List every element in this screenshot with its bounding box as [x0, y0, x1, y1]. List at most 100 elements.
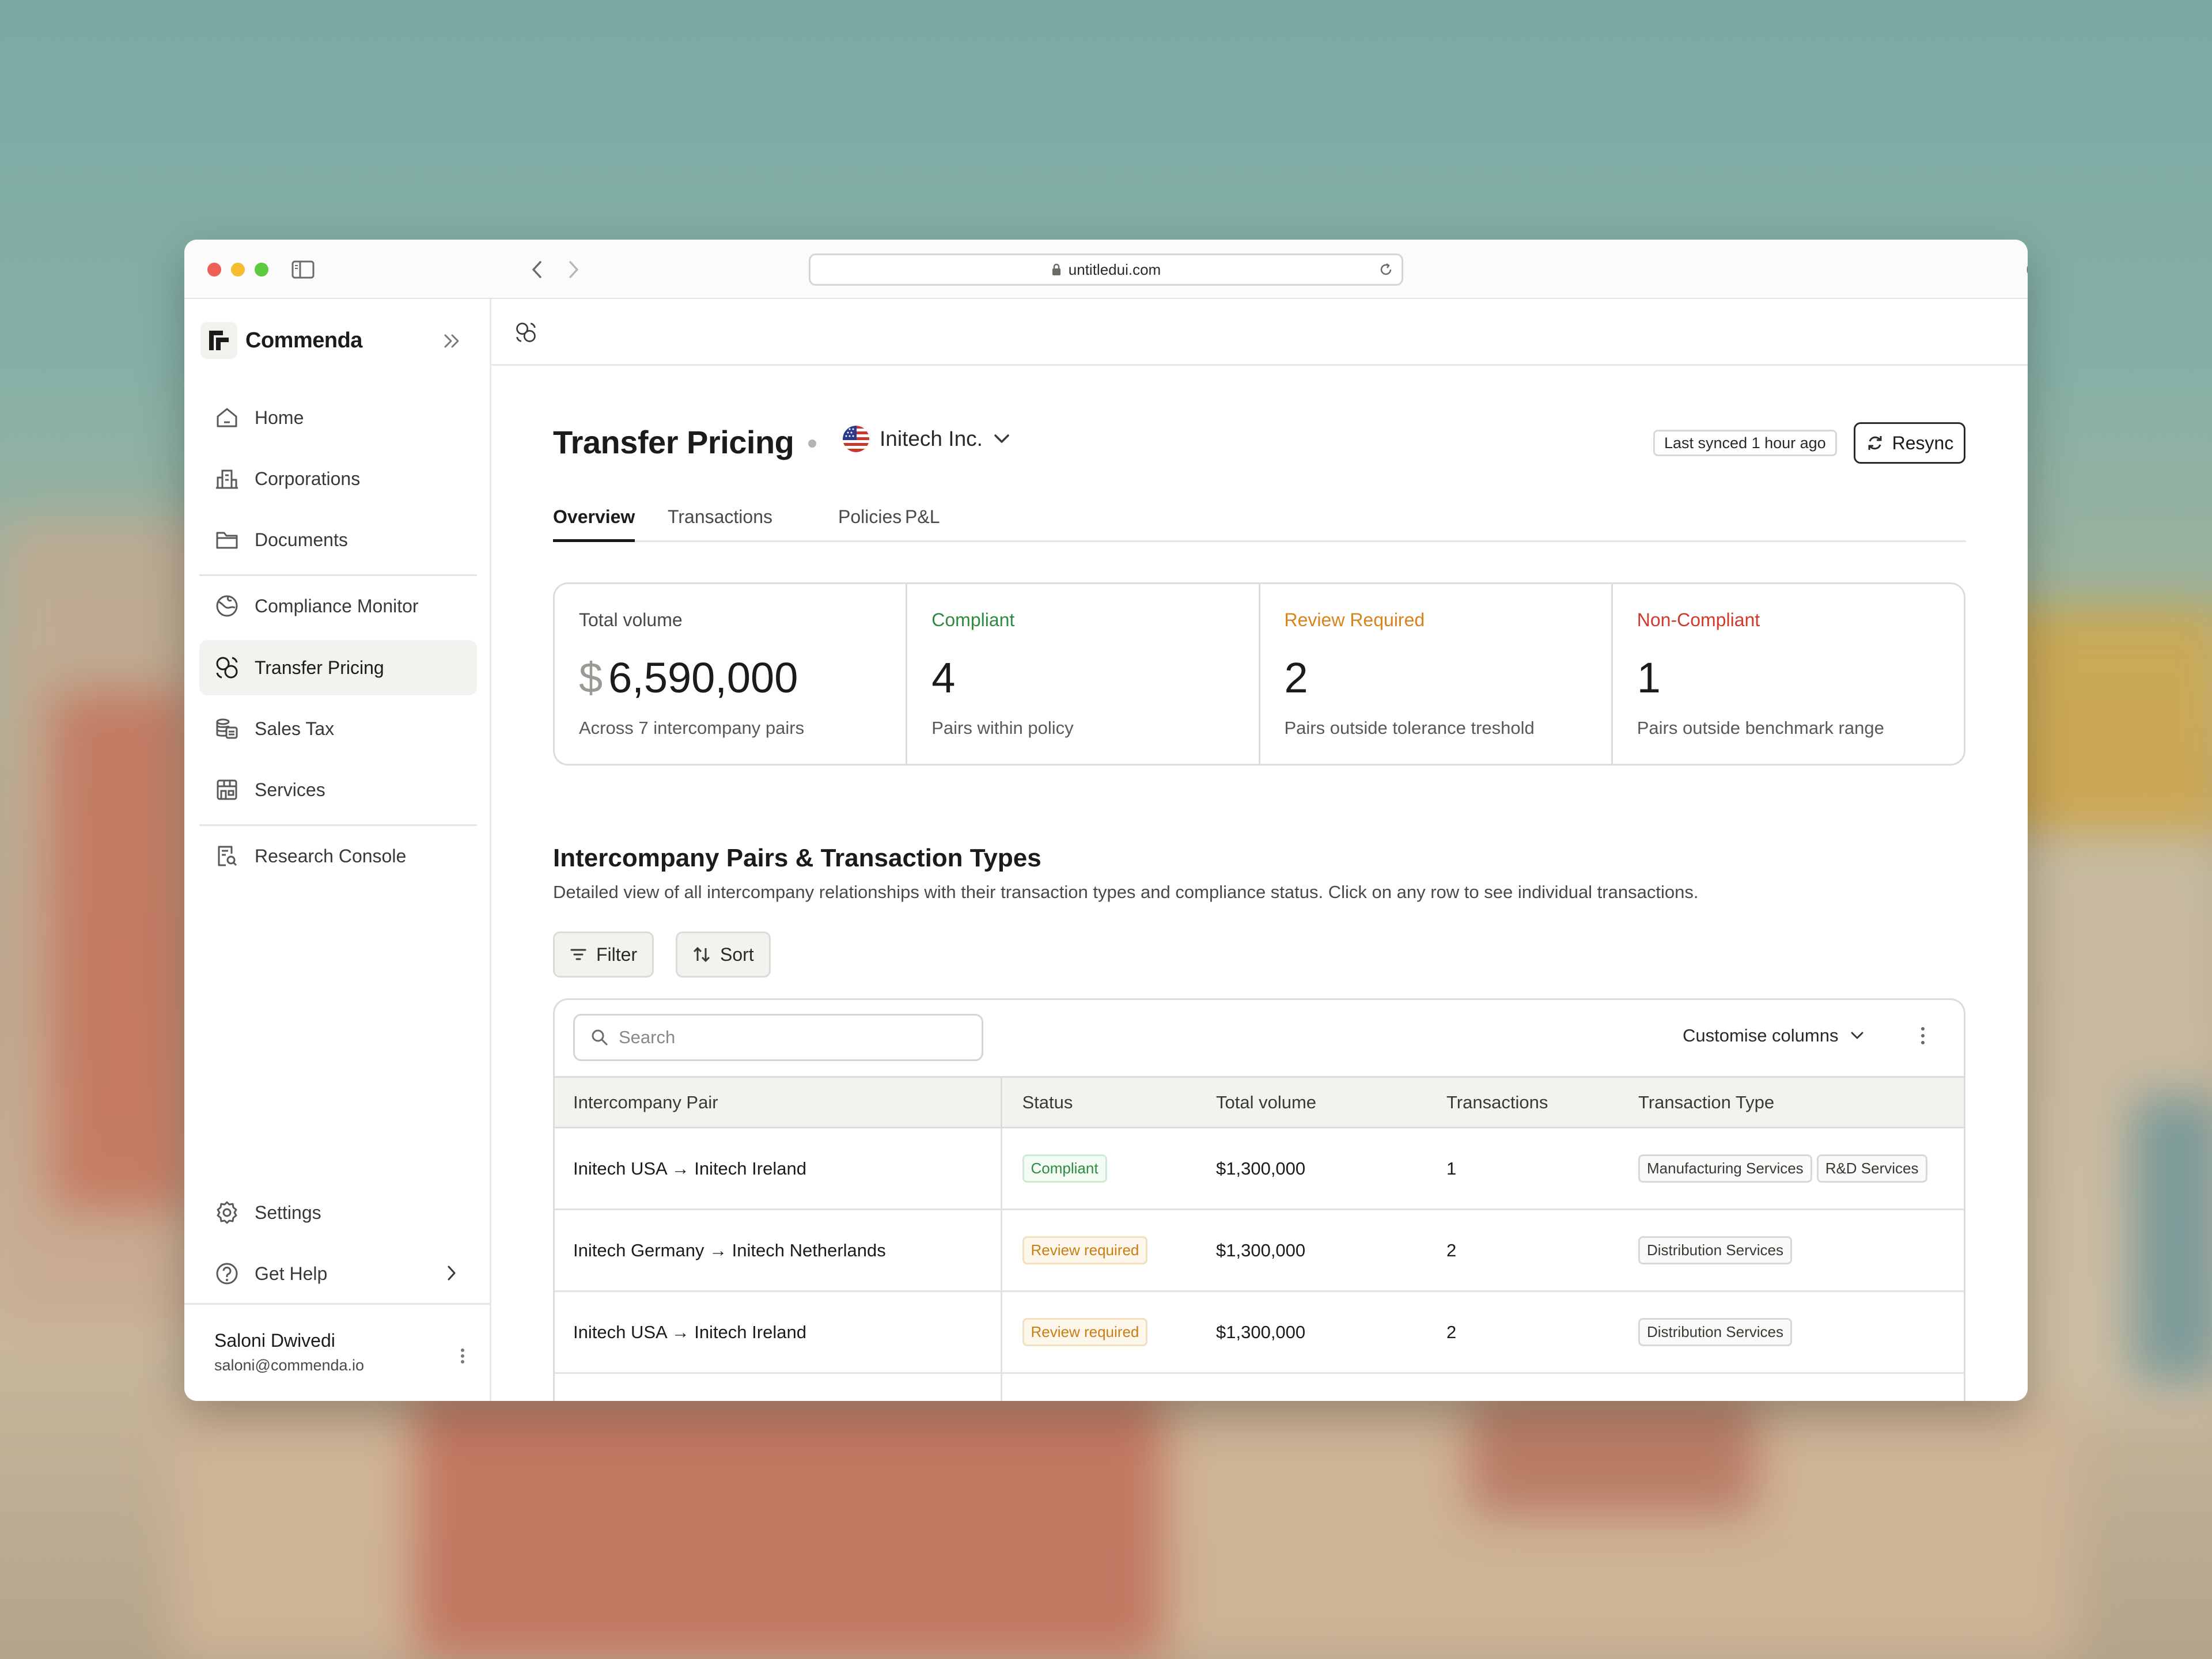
top-bar	[491, 299, 2028, 366]
sidebar-item-home[interactable]: Home	[199, 390, 477, 445]
customise-columns-dropdown[interactable]: Customise columns	[1683, 1025, 1865, 1046]
search-field[interactable]	[573, 1014, 983, 1061]
address-bar[interactable]: untitledui.com	[809, 253, 1403, 286]
stat-value: $ 6,590,000	[579, 653, 798, 702]
sidebar-item-settings[interactable]: Settings	[199, 1185, 477, 1240]
table-row[interactable]: Initech USA → Initech Ireland Compliant …	[555, 1127, 1964, 1210]
user-email: saloni@commenda.io	[214, 1357, 365, 1374]
volume-cell: $1,300,000	[1216, 1209, 1446, 1292]
sidebar-item-documents[interactable]: Documents	[199, 512, 477, 567]
maximize-window-button[interactable]	[255, 263, 268, 276]
status-cell	[1001, 1373, 1216, 1401]
transfer-pricing-icon	[216, 657, 238, 679]
section-description: Detailed view of all intercompany relati…	[553, 882, 1699, 902]
column-header-volume[interactable]: Total volume	[1216, 1076, 1446, 1128]
transaction-type-cell: Manufacturing Services R&D Services	[1638, 1127, 1964, 1210]
sidebar-item-label: Get Help	[255, 1263, 328, 1284]
pair-cell	[555, 1373, 1002, 1401]
stat-label: Non-Compliant	[1637, 609, 1760, 630]
sidebar-item-get-help[interactable]: Get Help	[199, 1246, 477, 1301]
window-controls	[207, 263, 268, 276]
stat-card-review-required: Review Required 2 Pairs outside toleranc…	[1260, 584, 1613, 764]
sidebar-item-sales-tax[interactable]: Sales Tax	[199, 701, 477, 756]
tab-pnl[interactable]: P&L	[905, 506, 940, 542]
sidebar-item-label: Compliance Monitor	[255, 595, 419, 616]
stat-number: 4	[931, 654, 956, 702]
filter-button[interactable]: Filter	[553, 931, 654, 978]
entity-selector[interactable]: Initech Inc.	[843, 426, 1010, 452]
download-icon[interactable]	[2024, 257, 2028, 282]
tab-overview[interactable]: Overview	[553, 506, 635, 542]
url-text: untitledui.com	[1068, 260, 1161, 278]
sidebar-item-transfer-pricing[interactable]: Transfer Pricing	[199, 640, 477, 695]
status-badge: Review required	[1022, 1318, 1148, 1346]
transactions-cell: 2	[1446, 1291, 1638, 1374]
collapse-sidebar-icon[interactable]	[438, 327, 467, 355]
main-content: Transfer Pricing Initech Inc. Last synce…	[491, 299, 2028, 1401]
reload-icon[interactable]	[1377, 261, 1395, 278]
stat-label: Total volume	[579, 609, 683, 630]
stat-subtext: Across 7 intercompany pairs	[579, 718, 805, 738]
entity-name: Initech Inc.	[880, 427, 983, 450]
last-synced-badge: Last synced 1 hour ago	[1653, 430, 1837, 456]
pair-cell: Initech Germany → Initech Netherlands	[555, 1209, 1002, 1292]
pair-cell: Initech USA → Initech Ireland	[555, 1127, 1002, 1210]
minimize-window-button[interactable]	[231, 263, 245, 276]
stat-value: 1	[1637, 653, 1661, 702]
stat-number: 6,590,000	[608, 654, 798, 702]
resync-label: Resync	[1892, 432, 1954, 453]
search-input[interactable]	[619, 1027, 941, 1048]
stat-card-non-compliant: Non-Compliant 1 Pairs outside benchmark …	[1613, 584, 1964, 764]
sidebar-item-label: Transfer Pricing	[255, 657, 384, 678]
brand-name: Commenda	[245, 328, 362, 353]
column-header-status[interactable]: Status	[1001, 1076, 1216, 1128]
table-row[interactable]: Initech USA → Initech Ireland Review req…	[555, 1291, 1964, 1374]
stat-subtext: Pairs outside tolerance treshold	[1284, 718, 1535, 738]
research-icon	[218, 846, 237, 866]
stat-value: 4	[931, 653, 955, 702]
sidebar-item-corporations[interactable]: Corporations	[199, 451, 477, 506]
building-icon	[216, 469, 238, 489]
back-arrow-icon[interactable]	[524, 257, 550, 282]
user-profile[interactable]: Saloni Dwivedi saloni@commenda.io	[184, 1303, 490, 1401]
brand[interactable]: Commenda	[200, 322, 362, 359]
status-cell: Review required	[1001, 1209, 1216, 1292]
sidebar-item-label: Sales Tax	[255, 718, 335, 739]
column-header-pair[interactable]: Intercompany Pair	[555, 1076, 1002, 1128]
compliance-icon	[216, 595, 238, 617]
transaction-type-cell: Distribution Services	[1638, 1209, 1964, 1292]
status-cell: Compliant	[1001, 1127, 1216, 1210]
sidebar-item-compliance-monitor[interactable]: Compliance Monitor	[199, 578, 477, 634]
stat-card-compliant: Compliant 4 Pairs within policy	[907, 584, 1260, 764]
browser-window: untitledui.com Commenda Home Corporation…	[184, 240, 2028, 1401]
column-header-transactions[interactable]: Transactions	[1446, 1076, 1638, 1128]
chevron-down-icon	[994, 434, 1009, 443]
sidebar-item-services[interactable]: Services	[199, 762, 477, 817]
filter-label: Filter	[596, 944, 638, 965]
search-icon	[592, 1029, 608, 1046]
transfer-pricing-icon[interactable]	[514, 321, 537, 344]
sidebar-item-research-console[interactable]: Research Console	[199, 828, 477, 884]
sidebar-item-label: Corporations	[255, 468, 361, 489]
sort-button[interactable]: Sort	[676, 931, 771, 978]
close-window-button[interactable]	[207, 263, 221, 276]
forward-arrow-icon[interactable]	[561, 257, 586, 282]
table-row[interactable]: Initech Germany → Initech Netherlands Re…	[555, 1209, 1964, 1292]
coins-icon	[216, 718, 238, 739]
sort-label: Sort	[720, 944, 754, 965]
tab-policies[interactable]: Policies	[838, 506, 902, 542]
sidebar-toggle-icon[interactable]	[290, 257, 316, 282]
more-vertical-icon[interactable]	[460, 1347, 465, 1365]
transaction-type-chip: Distribution Services	[1638, 1318, 1792, 1346]
resync-button[interactable]: Resync	[1854, 422, 1965, 464]
transaction-type-chip: Distribution Services	[1638, 1236, 1792, 1264]
sidebar-item-label: Settings	[255, 1202, 321, 1223]
customise-columns-label: Customise columns	[1683, 1025, 1839, 1046]
chevron-down-icon	[1851, 1032, 1863, 1039]
table-row[interactable]	[555, 1373, 1964, 1401]
column-header-transaction-type[interactable]: Transaction Type	[1638, 1076, 1964, 1128]
tab-transactions[interactable]: Transactions	[668, 506, 772, 542]
more-vertical-icon[interactable]	[1920, 1024, 1926, 1047]
title-separator-dot	[808, 440, 816, 448]
help-icon	[216, 1263, 238, 1285]
